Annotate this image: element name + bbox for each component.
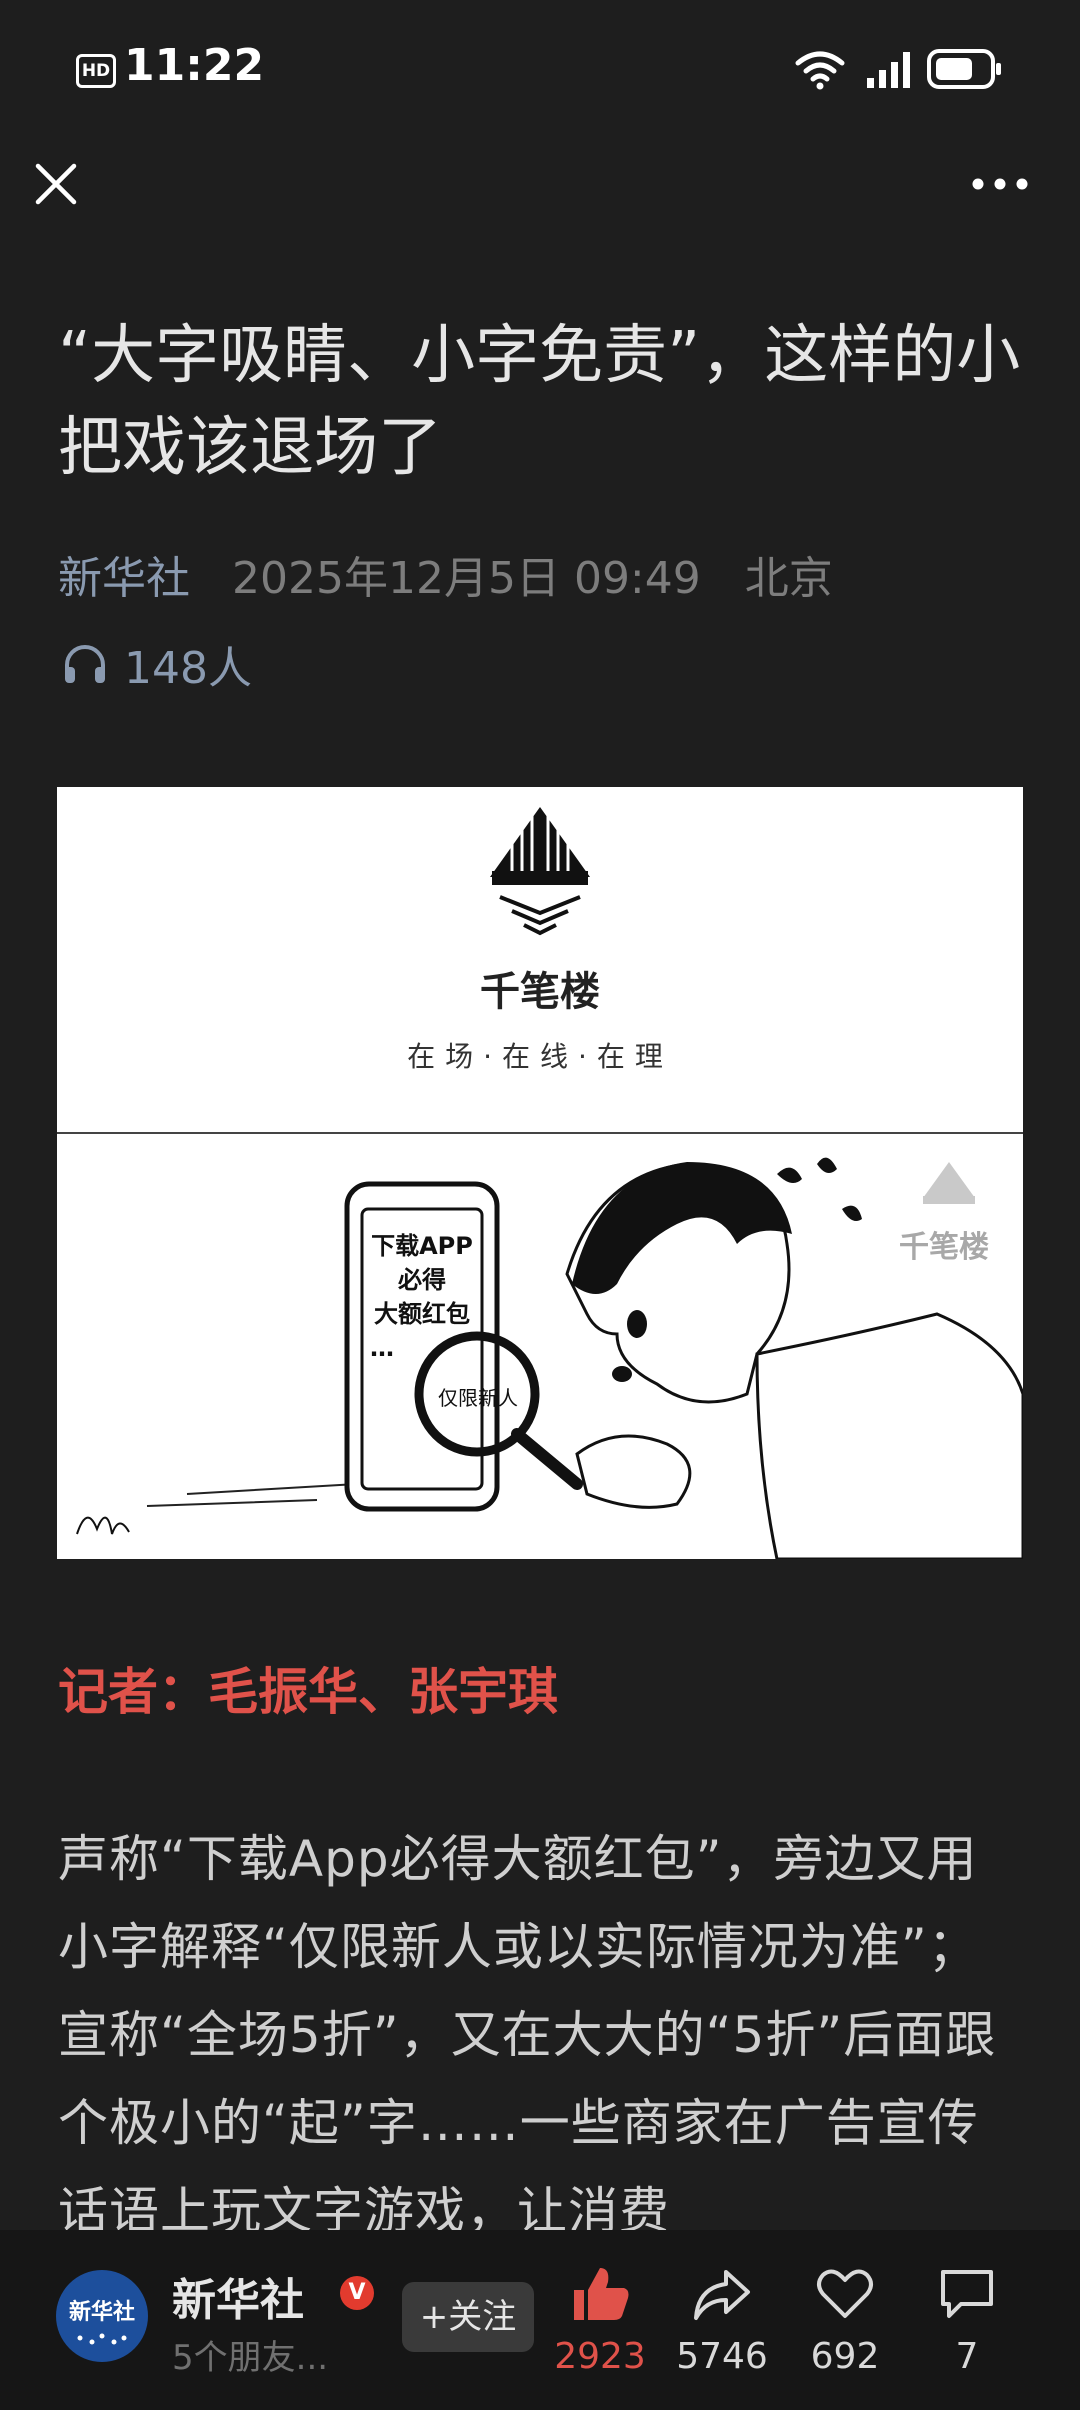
favorite-count: 692	[810, 2336, 880, 2377]
watermark-logo	[923, 1162, 975, 1204]
avatar-text: 新华社	[68, 2300, 135, 2325]
status-icons	[795, 46, 1025, 96]
cartoon-illustration: 下载APP 必得 大额红包 … 仅限新人 千笔楼	[57, 1134, 1023, 1559]
headphones-icon	[65, 645, 105, 683]
article-datetime: 2025年12月5日 09:49	[232, 553, 701, 604]
article-image[interactable]: 千笔楼 在场·在线·在理 下载APP 必得 大额红包 … 仅限新人 千笔楼	[57, 787, 1023, 1559]
comment-count: 7	[955, 2336, 979, 2377]
avatar-stars	[77, 2333, 127, 2345]
article-title: “大字吸睛、小字免责”，这样的小把戏该退场了	[58, 319, 1021, 485]
watermark-text: 千笔楼	[899, 1230, 989, 1265]
like-button[interactable]: 2923	[545, 2266, 655, 2377]
publisher-name[interactable]: 新华社	[172, 2264, 304, 2328]
favorite-button[interactable]: 692	[790, 2266, 900, 2377]
magnifier-text: 仅限新人	[438, 1386, 518, 1410]
avatar[interactable]: 新华社	[56, 2270, 148, 2362]
comment-button[interactable]: 7	[912, 2266, 1022, 2377]
verified-badge: V	[340, 2276, 374, 2310]
listen-count-label: 148人	[124, 643, 252, 694]
share-icon	[694, 2270, 750, 2320]
hd-badge: HD	[76, 54, 116, 88]
qianbilou-logo	[490, 807, 590, 936]
phone-text: 下载APP 必得 大额红包 …	[370, 1232, 473, 1362]
image-header: 千笔楼 在场·在线·在理	[57, 787, 1023, 1132]
thumbs-up-icon	[574, 2268, 629, 2320]
article-source[interactable]: 新华社	[58, 553, 190, 604]
battery-icon	[927, 49, 1001, 89]
share-button[interactable]: 5746	[667, 2266, 777, 2377]
image-brand: 千笔楼	[480, 969, 600, 1015]
signal-icon	[867, 52, 910, 88]
follow-button[interactable]: +关注	[402, 2282, 534, 2352]
close-icon[interactable]	[30, 158, 82, 210]
friends-info: 5个朋友...	[172, 2338, 329, 2378]
person-body	[755, 1312, 1023, 1559]
bottom-bar: 新华社 新华社 V 5个朋友... +关注 2923 5746 692 7	[0, 2230, 1080, 2410]
listen-count[interactable]: 148人	[62, 632, 252, 696]
share-count: 5746	[676, 2336, 768, 2377]
heart-icon	[817, 2269, 873, 2318]
article-body: 声称“下载App必得大额红包”，旁边又用小字解释“仅限新人或以实际情况为准”；宣…	[58, 1830, 997, 2240]
status-time: 11:22	[124, 40, 265, 91]
more-options-icon[interactable]	[970, 162, 1030, 206]
image-slogan: 在场·在线·在理	[407, 1040, 673, 1073]
person-hand	[575, 1434, 692, 1509]
artist-signature	[76, 1516, 130, 1535]
article-meta: 新华社 2025年12月5日 09:49 北京	[58, 542, 833, 606]
reporter-line: 记者：毛振华、张宇琪	[58, 1663, 558, 1721]
like-count: 2923	[554, 2336, 646, 2377]
status-bar: HD 11:22	[0, 0, 1080, 140]
article-location: 北京	[744, 553, 833, 604]
wifi-icon	[795, 51, 845, 90]
ground-line	[146, 1483, 358, 1507]
comment-icon	[941, 2270, 993, 2318]
